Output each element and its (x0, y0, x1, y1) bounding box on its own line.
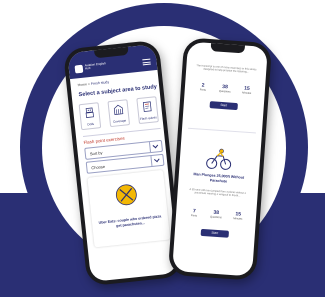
start-button[interactable]: Start (209, 101, 238, 111)
card-title: Man Plunges 25,000ft Without Parachute (193, 172, 245, 184)
breadcrumb-current: Fresh study (90, 80, 110, 86)
subject-card-list: Dolls Coverage Flash quizes (78, 96, 161, 131)
phone-right: The transcript is one of many exercises … (167, 37, 273, 281)
stat-parts: 7 Parts (184, 208, 205, 218)
divider (188, 127, 256, 134)
stat-parts: 2 Parts (193, 82, 214, 92)
stat-label: Questions (218, 89, 231, 94)
stat-label: Parts (199, 88, 206, 92)
stat-minutes: 15 Minutes (228, 211, 249, 221)
phone-right-screen: The transcript is one of many exercises … (172, 41, 268, 277)
start-button[interactable]: Start (200, 228, 230, 238)
card-description: A 35-year-old man jumped from a plane wi… (189, 187, 247, 198)
stat-minutes: 15 Minutes (237, 85, 258, 95)
chevron-down-icon[interactable] (150, 154, 164, 167)
subject-card-label: Flash quizes (139, 115, 158, 121)
choose-dropdown-label: Choose (91, 163, 106, 170)
stat-label: Minutes (242, 91, 252, 96)
hamburger-menu-icon[interactable] (142, 58, 151, 66)
stat-questions: 38 Questions (206, 209, 227, 220)
pizza-cutlery-icon (115, 184, 137, 206)
book-icon (142, 101, 152, 112)
cyclist-icon (206, 148, 232, 170)
robot-icon (85, 107, 94, 118)
app-logo-icon (74, 64, 84, 74)
breadcrumb: Home > Fresh study (77, 80, 109, 87)
phone-left-screen: Aviation English Hub Home > Fresh study … (67, 44, 179, 282)
stats-row: 2 Parts 38 Questions 15 Minutes (192, 82, 257, 98)
stats-row: 7 Parts 38 Questions 15 Minutes (184, 208, 249, 224)
stat-label: Questions (209, 215, 222, 220)
exercise-description: The transcript is one of many exercises … (196, 64, 257, 75)
subject-card-flash-quizes[interactable]: Flash quizes (136, 96, 159, 125)
subject-card-dolls[interactable]: Dolls (78, 102, 102, 131)
exercise-title: Uber Eats: couple who ordered pizza get … (98, 214, 162, 228)
sort-dropdown-label: Sort by (89, 149, 103, 156)
promo-stage: Aviation English Hub Home > Fresh study … (0, 0, 325, 297)
building-icon (113, 104, 124, 115)
subject-card-label: Coverage (112, 118, 127, 124)
exercise-card[interactable]: Uber Eats: couple who ordered pizza get … (87, 169, 171, 248)
subject-card-coverage[interactable]: Coverage (107, 99, 131, 128)
chevron-down-icon[interactable] (148, 140, 162, 153)
stat-label: Minutes (233, 217, 243, 221)
stat-questions: 38 Questions (215, 83, 236, 94)
stat-label: Parts (190, 214, 198, 218)
app-logo-text: Aviation English Hub (84, 61, 106, 71)
subject-card-label: Dolls (87, 121, 95, 127)
